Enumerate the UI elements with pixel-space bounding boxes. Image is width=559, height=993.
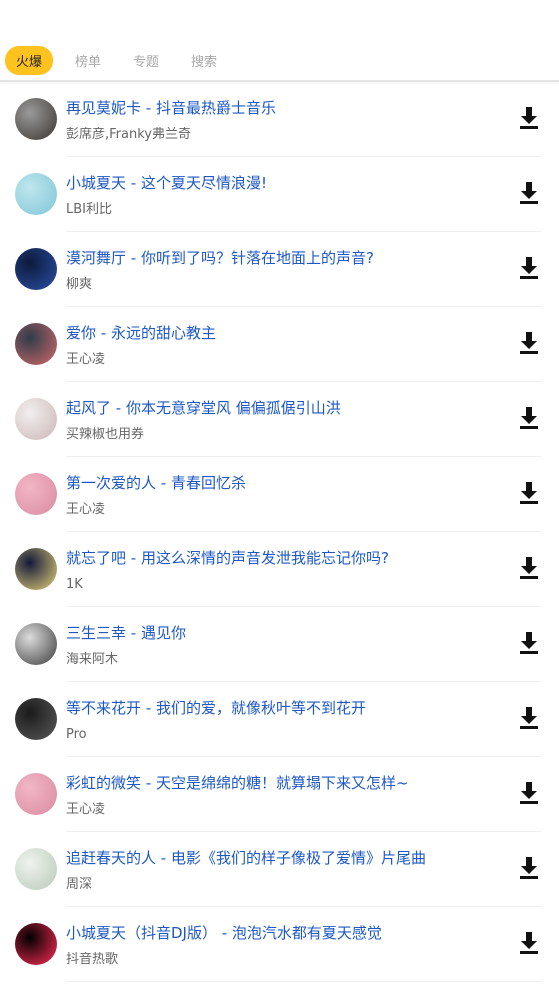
tab-hot[interactable]: 火爆 bbox=[5, 45, 54, 75]
download-icon[interactable] bbox=[519, 856, 539, 880]
song-title[interactable]: 小城夏天（抖音DJ版） - 泡泡汽水都有夏天感觉 bbox=[66, 924, 486, 942]
download-icon[interactable] bbox=[519, 106, 539, 130]
album-cover bbox=[15, 548, 57, 590]
song-title[interactable]: 爱你 - 永远的甜心教主 bbox=[66, 324, 486, 342]
list-item[interactable]: 漠河舞厅 - 你听到了吗？针落在地面上的声音? 柳爽 bbox=[0, 232, 559, 307]
album-cover bbox=[15, 398, 57, 440]
album-cover bbox=[15, 323, 57, 365]
tab-bar: 火爆 榜单 专题 搜索 bbox=[0, 40, 559, 82]
download-icon[interactable] bbox=[519, 631, 539, 655]
song-title[interactable]: 三生三幸 - 遇见你 bbox=[66, 624, 486, 642]
song-artist: 抖音热歌 bbox=[66, 952, 119, 967]
download-icon[interactable] bbox=[519, 406, 539, 430]
list-item[interactable]: 追赶春天的人 - 电影《我们的样子像极了爱情》片尾曲 周深 bbox=[0, 832, 559, 907]
download-icon[interactable] bbox=[519, 706, 539, 730]
tab-charts[interactable]: 榜单 bbox=[75, 47, 101, 74]
list-item[interactable]: 彩虹的微笑 - 天空是绵绵的糖！就算塌下来又怎样~ 王心凌 bbox=[0, 757, 559, 832]
list-item[interactable]: 等不来花开 - 我们的爱，就像秋叶等不到花开 Pro bbox=[0, 682, 559, 757]
song-artist: LBI利比 bbox=[66, 202, 112, 217]
song-title[interactable]: 第一次爱的人 - 青春回忆杀 bbox=[66, 474, 486, 492]
download-icon[interactable] bbox=[519, 931, 539, 955]
song-artist: 周深 bbox=[66, 877, 93, 892]
download-icon[interactable] bbox=[519, 331, 539, 355]
list-item[interactable]: 小城夏天（抖音DJ版） - 泡泡汽水都有夏天感觉 抖音热歌 bbox=[0, 907, 559, 982]
song-title[interactable]: 小城夏天 - 这个夏天尽情浪漫! bbox=[66, 174, 486, 192]
song-artist: 海来阿木 bbox=[66, 652, 119, 667]
song-title[interactable]: 等不来花开 - 我们的爱，就像秋叶等不到花开 bbox=[66, 699, 486, 717]
status-spacer bbox=[0, 0, 559, 40]
song-artist: 1K bbox=[66, 577, 83, 592]
album-cover bbox=[15, 848, 57, 890]
album-cover bbox=[15, 98, 57, 140]
song-title[interactable]: 追赶春天的人 - 电影《我们的样子像极了爱情》片尾曲 bbox=[66, 849, 486, 867]
album-cover bbox=[15, 698, 57, 740]
song-artist: 柳爽 bbox=[66, 277, 93, 292]
song-artist: 王心凌 bbox=[66, 502, 106, 517]
list-item[interactable]: 再见莫妮卡 - 抖音最热爵士音乐 彭席彦,Franky弗兰奇 bbox=[0, 82, 559, 157]
song-title[interactable]: 再见莫妮卡 - 抖音最热爵士音乐 bbox=[66, 99, 486, 117]
list-item[interactable]: 第一次爱的人 - 青春回忆杀 王心凌 bbox=[0, 457, 559, 532]
list-item[interactable]: 起风了 - 你本无意穿堂风 偏偏孤倨引山洪 买辣椒也用券 bbox=[0, 382, 559, 457]
song-title[interactable]: 起风了 - 你本无意穿堂风 偏偏孤倨引山洪 bbox=[66, 399, 486, 417]
song-title[interactable]: 就忘了吧 - 用这么深情的声音发泄我能忘记你吗? bbox=[66, 549, 486, 567]
list-item[interactable]: 小城夏天 - 这个夏天尽情浪漫! LBI利比 bbox=[0, 157, 559, 232]
album-cover bbox=[15, 473, 57, 515]
download-icon[interactable] bbox=[519, 256, 539, 280]
song-artist: 王心凌 bbox=[66, 802, 106, 817]
download-icon[interactable] bbox=[519, 781, 539, 805]
album-cover bbox=[15, 623, 57, 665]
download-icon[interactable] bbox=[519, 181, 539, 205]
download-icon[interactable] bbox=[519, 556, 539, 580]
song-artist: 买辣椒也用券 bbox=[66, 427, 145, 442]
song-artist: Pro bbox=[66, 727, 87, 742]
album-cover bbox=[15, 248, 57, 290]
song-title[interactable]: 彩虹的微笑 - 天空是绵绵的糖！就算塌下来又怎样~ bbox=[66, 774, 486, 792]
song-artist: 彭席彦,Franky弗兰奇 bbox=[66, 127, 191, 142]
tab-topics[interactable]: 专题 bbox=[133, 47, 159, 74]
album-cover bbox=[15, 173, 57, 215]
song-artist: 王心凌 bbox=[66, 352, 106, 367]
album-cover bbox=[15, 923, 57, 965]
list-item[interactable]: 就忘了吧 - 用这么深情的声音发泄我能忘记你吗? 1K bbox=[0, 532, 559, 607]
album-cover bbox=[15, 773, 57, 815]
download-icon[interactable] bbox=[519, 481, 539, 505]
list-item[interactable]: 爱你 - 永远的甜心教主 王心凌 bbox=[0, 307, 559, 382]
tab-search[interactable]: 搜索 bbox=[191, 47, 217, 74]
song-list: 再见莫妮卡 - 抖音最热爵士音乐 彭席彦,Franky弗兰奇 小城夏天 - 这个夏天… bbox=[0, 82, 559, 982]
list-item[interactable]: 三生三幸 - 遇见你 海来阿木 bbox=[0, 607, 559, 682]
song-title[interactable]: 漠河舞厅 - 你听到了吗？针落在地面上的声音? bbox=[66, 249, 486, 267]
